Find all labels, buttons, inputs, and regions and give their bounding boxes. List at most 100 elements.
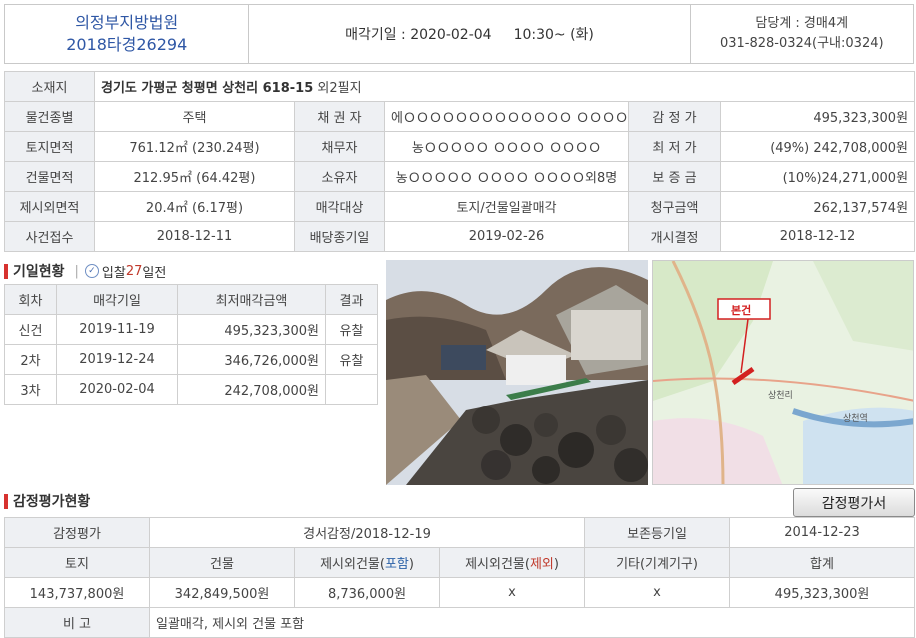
location-address: 경기도 가평군 청평면 상천리 618-15 bbox=[101, 81, 314, 96]
auction-date-cell: 매각기일 : 2020-02-04 10:30~ (화) bbox=[248, 5, 689, 63]
result: 유찰 bbox=[325, 314, 378, 345]
case-received: 2018-12-11 bbox=[94, 221, 295, 252]
extra-excluded-close: ) bbox=[553, 557, 559, 572]
label-appraiser: 감정평가 bbox=[4, 517, 150, 548]
col-date: 매각기일 bbox=[56, 284, 178, 315]
total-value: 495,323,300원 bbox=[729, 577, 916, 608]
label-land-area: 토지면적 bbox=[4, 131, 95, 162]
location-label: 소재지 bbox=[4, 71, 95, 102]
min-price: 346,726,000원 bbox=[177, 344, 326, 375]
col-round: 회차 bbox=[4, 284, 57, 315]
other-value: x bbox=[584, 577, 731, 608]
owner: 농ＯＯＯＯＯ ＯＯＯＯ ＯＯＯＯ외8명 bbox=[384, 161, 629, 192]
label-sale-target: 매각대상 bbox=[294, 191, 385, 222]
col-building: 건물 bbox=[149, 547, 295, 578]
col-total: 합계 bbox=[729, 547, 916, 578]
bid-prefix: 입찰 bbox=[101, 265, 126, 281]
auction-date: 2019-11-19 bbox=[56, 314, 178, 345]
case-number[interactable]: 2018타경26294 bbox=[66, 34, 187, 56]
debtor: 농ＯＯＯＯＯ ＯＯＯＯ ＯＯＯＯ bbox=[384, 131, 629, 162]
auction-time: 10:30~ (화) bbox=[513, 27, 594, 43]
map-pin-label: 본건 bbox=[731, 304, 752, 317]
label-owner: 소유자 bbox=[294, 161, 385, 192]
deposit: (10%)24,271,000원 bbox=[719, 161, 916, 192]
col-land: 토지 bbox=[4, 547, 150, 578]
min-price: 495,323,300원 bbox=[177, 314, 326, 345]
department: 담당계 : 경매4계 bbox=[755, 16, 849, 31]
property-row: 사건접수 2018-12-11 배당종기일 2019-02-26 개시결정 20… bbox=[4, 221, 916, 252]
round: 신건 bbox=[4, 314, 57, 345]
min-price: 242,708,000원 bbox=[177, 374, 326, 405]
appraisal-header-row: 토지 건물 제시외건물(포함) 제시외건물(제외) 기타(기계기구) 합계 bbox=[4, 547, 916, 578]
claim-amount: 262,137,574원 bbox=[719, 191, 916, 222]
round: 2차 bbox=[4, 344, 57, 375]
minimum-price: (49%) 242,708,000원 bbox=[719, 131, 916, 162]
bid-countdown: | ✓ 입찰 27 일전 bbox=[75, 262, 167, 281]
history-table: 회차 매각기일 최저매각금액 결과 신건 2019-11-19 495,323,… bbox=[4, 284, 378, 405]
table-row: 2차 2019-12-24 346,726,000원 유찰 bbox=[4, 344, 378, 375]
land-area: 761.12㎡ (230.24평) bbox=[94, 131, 295, 162]
note: 일괄매각, 제시외 건물 포함 bbox=[148, 607, 916, 638]
table-row: 3차 2020-02-04 242,708,000원 bbox=[4, 374, 378, 405]
extra-excluded-mark: 제외 bbox=[529, 557, 554, 572]
extra-excluded-pre: 제시외건물( bbox=[465, 557, 530, 572]
property-row: 물건종별 주택 채 권 자 에ＯＯＯＯＯＯＯＯＯＯＯＯＯ ＯＯＯＯ 감 정 가 … bbox=[4, 101, 916, 132]
label-registration-date: 보존등기일 bbox=[584, 517, 731, 548]
divider: | bbox=[74, 263, 79, 279]
auction-date: 2020-02-04 bbox=[56, 374, 178, 405]
section-marker bbox=[4, 263, 8, 279]
appraisal-title: 감정평가현황 bbox=[13, 494, 91, 510]
property-row: 토지면적 761.12㎡ (230.24평) 채무자 농ＯＯＯＯＯ ＯＯＯＯ Ｏ… bbox=[4, 131, 916, 162]
photo-illustration bbox=[386, 260, 648, 485]
sale-target: 토지/건물일괄매각 bbox=[384, 191, 629, 222]
extra-included-mark: 포함 bbox=[384, 557, 409, 572]
property-type: 주택 bbox=[94, 101, 295, 132]
extra-area: 20.4㎡ (6.17평) bbox=[94, 191, 295, 222]
dividend-deadline: 2019-02-26 bbox=[384, 221, 629, 252]
creditor: 에ＯＯＯＯＯＯＯＯＯＯＯＯＯ ＯＯＯＯ bbox=[384, 101, 629, 132]
extra-excluded-value: x bbox=[438, 577, 586, 608]
bid-suffix: 일전 bbox=[142, 265, 167, 281]
label-extra-area: 제시외면적 bbox=[4, 191, 95, 222]
section-marker bbox=[4, 493, 8, 509]
department-phone: 031-828-0324(구내:0324) bbox=[719, 36, 884, 51]
auction-date: 2019-12-24 bbox=[56, 344, 178, 375]
appraisal-table: 감정평가 경서감정/2018-12-19 보존등기일 2014-12-23 토지… bbox=[4, 517, 916, 638]
location-suffix: 외2필지 bbox=[317, 81, 362, 96]
commencement: 2018-12-12 bbox=[719, 221, 916, 252]
map-place-label: 상천역 bbox=[843, 414, 868, 424]
map-place-label: 상천리 bbox=[768, 391, 793, 401]
col-result: 결과 bbox=[325, 284, 378, 315]
label-creditor: 채 권 자 bbox=[294, 101, 385, 132]
location-row: 소재지 경기도 가평군 청평면 상천리 618-15 외2필지 bbox=[4, 71, 916, 102]
appraisal-report-button[interactable]: 감정평가서 bbox=[793, 488, 915, 517]
label-appraised-price: 감 정 가 bbox=[628, 101, 721, 132]
building-value: 342,849,500원 bbox=[149, 577, 295, 608]
extra-included-value: 8,736,000원 bbox=[294, 577, 440, 608]
property-table: 소재지 경기도 가평군 청평면 상천리 618-15 외2필지 물건종별 주택 … bbox=[4, 71, 916, 252]
col-extra-included: 제시외건물(포함) bbox=[294, 547, 440, 578]
auction-date: 매각기일 : 2020-02-04 bbox=[345, 27, 492, 43]
history-header-row: 회차 매각기일 최저매각금액 결과 bbox=[4, 284, 378, 315]
label-claim-amount: 청구금액 bbox=[628, 191, 721, 222]
location-map[interactable]: 본건 상천리 상천역 bbox=[652, 260, 914, 485]
label-commencement: 개시결정 bbox=[628, 221, 721, 252]
property-row: 건물면적 212.95㎡ (64.42평) 소유자 농ＯＯＯＯＯ ＯＯＯＯ ＯＯ… bbox=[4, 161, 916, 192]
label-minimum-price: 최 저 가 bbox=[628, 131, 721, 162]
court-name[interactable]: 의정부지방법원 bbox=[75, 12, 178, 34]
court-cell: 의정부지방법원 2018타경26294 bbox=[5, 5, 248, 63]
bid-days: 27 bbox=[125, 263, 143, 279]
col-other: 기타(기계기구) bbox=[584, 547, 731, 578]
history-title: 기일현황 bbox=[13, 264, 65, 280]
property-photo[interactable] bbox=[386, 260, 648, 485]
label-property-type: 물건종별 bbox=[4, 101, 95, 132]
map-illustration bbox=[653, 261, 913, 484]
department-cell: 담당계 : 경매4계 031-828-0324(구내:0324) bbox=[689, 5, 914, 63]
appraisal-info-row: 감정평가 경서감정/2018-12-19 보존등기일 2014-12-23 bbox=[4, 517, 916, 548]
label-case-received: 사건접수 bbox=[4, 221, 95, 252]
appraisal-section-title: 감정평가현황 bbox=[4, 491, 90, 511]
building-area: 212.95㎡ (64.42평) bbox=[94, 161, 295, 192]
extra-included-pre: 제시외건물( bbox=[320, 557, 385, 572]
label-building-area: 건물면적 bbox=[4, 161, 95, 192]
table-row: 신건 2019-11-19 495,323,300원 유찰 bbox=[4, 314, 378, 345]
